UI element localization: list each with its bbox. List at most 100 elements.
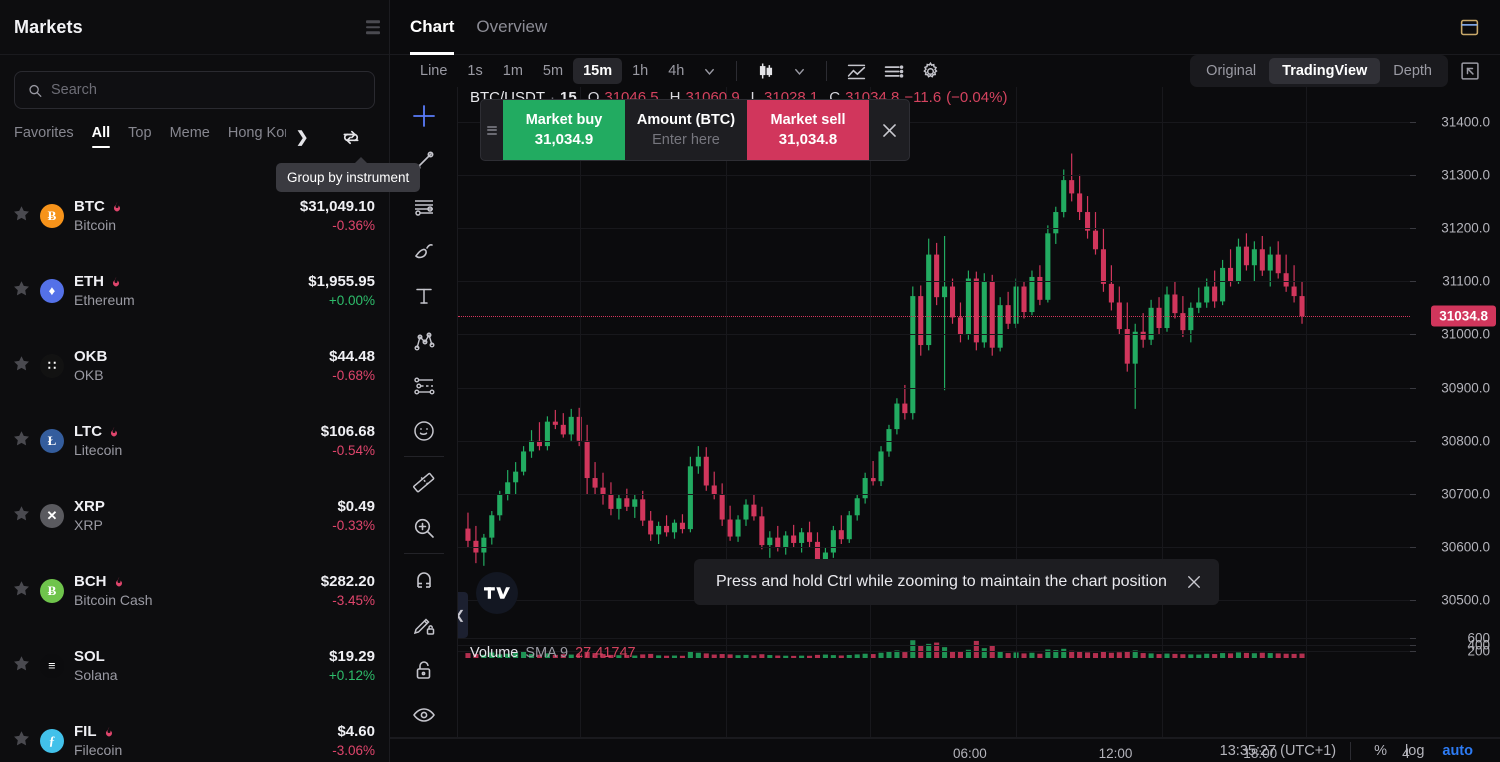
auto-scale-button[interactable]: auto — [1433, 739, 1482, 762]
price-axis-label: 31400.0 — [1441, 114, 1490, 129]
favorite-star-icon[interactable] — [12, 654, 34, 678]
close-icon[interactable] — [869, 100, 909, 160]
zoom-in-icon[interactable] — [402, 505, 446, 550]
emoji-icon[interactable] — [402, 408, 446, 453]
market-values: $44.48-0.68% — [329, 348, 375, 383]
lock-drawings-icon[interactable] — [402, 602, 446, 647]
chart-type-line[interactable]: Line — [410, 58, 457, 84]
fullscreen-icon[interactable] — [1460, 61, 1480, 81]
indicators-icon[interactable] — [838, 56, 875, 87]
favorite-star-icon[interactable] — [12, 204, 34, 228]
sidebar-tab-favorites[interactable]: Favorites — [14, 125, 74, 148]
time-axis-label: 18:00 — [1243, 746, 1277, 761]
market-row-sol[interactable]: ≡SOLSolana$19.29+0.12% — [0, 628, 389, 703]
time-axis-label: 06:00 — [953, 746, 987, 761]
percent-scale-button[interactable]: % — [1365, 739, 1396, 762]
eye-icon[interactable] — [402, 692, 446, 737]
lock-icon[interactable] — [402, 647, 446, 692]
volume-label: Volume — [470, 645, 518, 661]
price-axis-label: 30500.0 — [1441, 593, 1490, 608]
favorite-star-icon[interactable] — [12, 429, 34, 453]
time-axis[interactable]: 06:0012:0018:00406:0012:00 — [390, 737, 1500, 738]
clock: 13:35:27 (UTC+1) — [1220, 743, 1336, 759]
market-symbol-row: LTC — [74, 423, 122, 440]
coin-icon-ltc: Ł — [40, 429, 64, 453]
market-row-bch[interactable]: ɃBCHBitcoin Cash$282.20-3.45% — [0, 553, 389, 628]
markets-list[interactable]: ɃBTCBitcoin$31,049.10-0.36%♦ETHEthereum$… — [0, 178, 389, 762]
price-axis-label: 30800.0 — [1441, 433, 1490, 448]
chevron-left-icon[interactable]: ❮ — [458, 592, 468, 638]
interval-1s[interactable]: 1s — [457, 58, 492, 84]
amount-label: Amount (BTC) — [637, 112, 735, 128]
market-values: $4.60-3.06% — [332, 723, 375, 758]
candlestick-series — [458, 87, 1410, 737]
search-box[interactable] — [14, 71, 375, 109]
favorite-star-icon[interactable] — [12, 279, 34, 303]
market-buy-button[interactable]: Market buy 31,034.9 — [503, 100, 625, 160]
market-info: OKBOKB — [74, 348, 107, 383]
drag-handle[interactable] — [366, 20, 380, 34]
sidebar-tab-hong-kong[interactable]: Hong Kong — [228, 125, 286, 148]
favorite-star-icon[interactable] — [12, 729, 34, 753]
pattern-icon[interactable] — [402, 318, 446, 363]
view-depth[interactable]: Depth — [1380, 58, 1445, 84]
gridline-horizontal — [458, 175, 1410, 176]
sidebar-tab-meme[interactable]: Meme — [170, 125, 210, 148]
view-tradingview[interactable]: TradingView — [1269, 58, 1380, 84]
sync-icon[interactable] — [341, 127, 361, 147]
market-info: FILFilecoin — [74, 723, 122, 758]
market-row-okb[interactable]: ∷OKBOKB$44.48-0.68% — [0, 328, 389, 403]
interval-1m[interactable]: 1m — [493, 58, 533, 84]
candle-more-chevron-down-icon[interactable] — [784, 59, 815, 84]
favorite-star-icon[interactable] — [12, 504, 34, 528]
forecast-icon[interactable] — [402, 363, 446, 408]
chart-plot[interactable]: BTC/USDT · 15 O31046.5 H31060.9 L31028.1… — [458, 87, 1410, 737]
market-row-fil[interactable]: ƒFILFilecoin$4.60-3.06% — [0, 703, 389, 762]
price-axis[interactable]: 31400.031300.031200.031100.031000.030900… — [1410, 87, 1500, 737]
favorite-star-icon[interactable] — [12, 354, 34, 378]
volume-axis-tick — [1410, 645, 1416, 646]
search-input[interactable] — [51, 82, 361, 98]
market-symbol: OKB — [74, 348, 107, 365]
interval-5m[interactable]: 5m — [533, 58, 573, 84]
close-icon[interactable] — [1185, 573, 1203, 591]
interval-15m[interactable]: 15m — [573, 58, 622, 84]
sidebar-tab-all[interactable]: All — [92, 125, 111, 148]
brush-icon[interactable] — [402, 228, 446, 273]
drag-grip[interactable] — [481, 100, 503, 160]
tradingview-logo — [476, 572, 518, 614]
market-row-ltc[interactable]: ŁLTCLitecoin$106.68-0.54% — [0, 403, 389, 478]
market-symbol: XRP — [74, 498, 105, 515]
market-values: $282.20-3.45% — [321, 573, 375, 608]
price-axis-tick — [1410, 122, 1416, 123]
crosshair-icon[interactable] — [402, 93, 446, 138]
market-symbol: ETH — [74, 273, 104, 290]
sidebar-tab-top[interactable]: Top — [128, 125, 151, 148]
market-row-xrp[interactable]: ✕XRPXRP$0.49-0.33% — [0, 478, 389, 553]
view-original[interactable]: Original — [1193, 58, 1269, 84]
market-symbol-row: BTC — [74, 198, 123, 215]
favorite-star-icon[interactable] — [12, 579, 34, 603]
layout-panel-icon[interactable] — [1459, 17, 1480, 38]
interval-4h[interactable]: 4h — [658, 58, 694, 84]
market-row-eth[interactable]: ♦ETHEthereum$1,955.95+0.00% — [0, 253, 389, 328]
coin-icon-eth: ♦ — [40, 279, 64, 303]
coin-icon-bch: Ƀ — [40, 579, 64, 603]
market-info: BTCBitcoin — [74, 198, 123, 233]
list-icon[interactable] — [875, 56, 912, 87]
gear-icon[interactable] — [912, 56, 949, 87]
market-symbol: SOL — [74, 648, 105, 665]
interval-more-chevron-down-icon[interactable] — [694, 59, 725, 84]
measure-icon[interactable] — [402, 460, 446, 505]
candlestick-icon[interactable] — [748, 56, 784, 86]
amount-input[interactable] — [631, 132, 741, 148]
market-sell-button[interactable]: Market sell 31,034.8 — [747, 100, 869, 160]
tab-chart[interactable]: Chart — [410, 0, 454, 55]
chevron-right-icon[interactable]: ❯ — [296, 128, 309, 146]
price-axis-tick — [1410, 388, 1416, 389]
market-info: XRPXRP — [74, 498, 105, 533]
tab-overview[interactable]: Overview — [476, 0, 547, 55]
interval-1h[interactable]: 1h — [622, 58, 658, 84]
magnet-icon[interactable] — [402, 557, 446, 602]
text-icon[interactable] — [402, 273, 446, 318]
